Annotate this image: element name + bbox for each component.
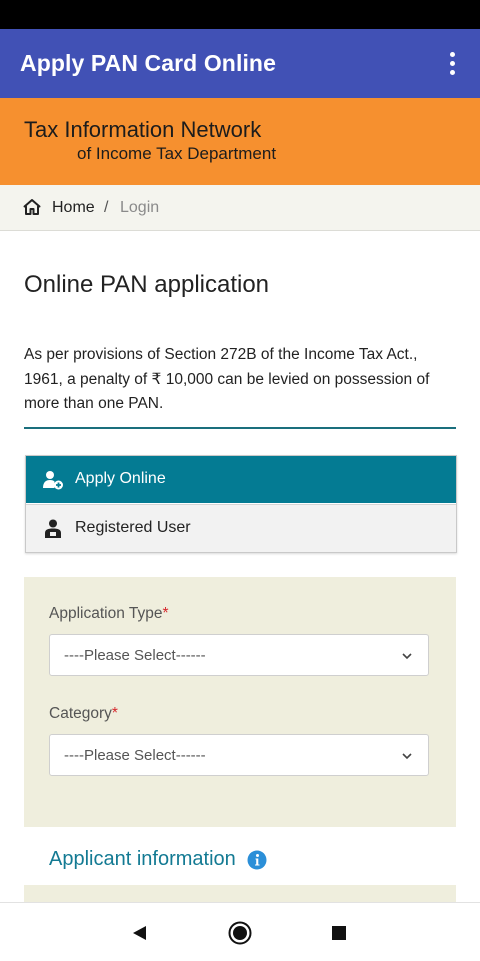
login-tabs: Apply Online Registered User [25, 455, 457, 553]
category-label: Category* [49, 705, 118, 722]
tin-banner: Tax Information Network of Income Tax De… [0, 98, 480, 185]
add-user-icon [43, 471, 63, 490]
breadcrumb-home-link[interactable]: Home [52, 199, 95, 217]
app-bar: Apply PAN Card Online [0, 29, 480, 98]
recents-icon[interactable] [326, 920, 352, 946]
breadcrumb-separator: / [104, 199, 109, 216]
notice-divider [24, 427, 456, 429]
chevron-down-icon [402, 653, 412, 660]
application-type-value: ----Please Select------ [64, 647, 206, 664]
application-type-label: Application Type* [49, 605, 169, 622]
banner-title: Tax Information Network [24, 117, 262, 142]
breadcrumb-current: Login [120, 199, 160, 216]
application-type-select[interactable]: ----Please Select------ [49, 634, 429, 676]
info-icon[interactable] [247, 850, 267, 870]
home-icon[interactable] [23, 198, 41, 216]
home-circle-icon[interactable] [227, 920, 253, 946]
tab-registered-user[interactable]: Registered User [26, 504, 456, 552]
status-bar [0, 0, 480, 29]
penalty-notice: As per provisions of Section 272B of the… [24, 346, 430, 412]
tab-apply-online-label: Apply Online [75, 470, 166, 487]
back-icon[interactable] [126, 920, 152, 946]
system-nav-bar [0, 902, 480, 961]
registered-user-icon [45, 519, 61, 538]
category-value: ----Please Select------ [64, 747, 206, 764]
banner-subtitle: of Income Tax Department [77, 144, 277, 163]
category-select[interactable]: ----Please Select------ [49, 734, 429, 776]
chevron-down-icon [402, 753, 412, 760]
app-title: Apply PAN Card Online [20, 50, 276, 76]
more-vert-icon[interactable] [436, 49, 468, 79]
page-title: Online PAN application [24, 271, 270, 298]
tab-apply-online[interactable]: Apply Online [26, 456, 456, 503]
breadcrumb: Home / Login [0, 185, 480, 231]
section-title-applicant-info: Applicant information [49, 848, 236, 870]
application-form: Application Type* ----Please Select-----… [24, 577, 456, 827]
tab-registered-user-label: Registered User [75, 519, 191, 536]
